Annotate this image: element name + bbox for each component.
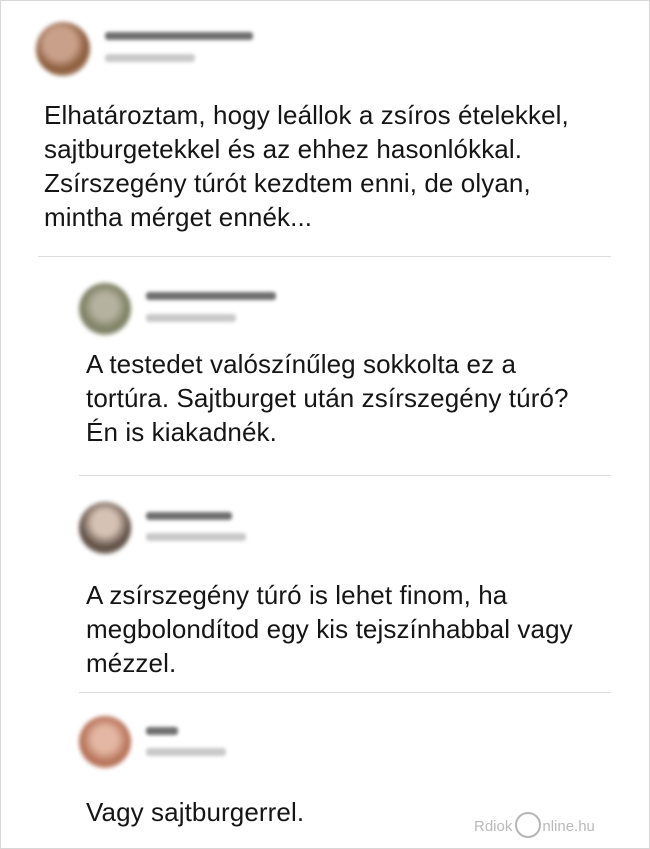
author-handle-blurred — [146, 314, 236, 322]
author-handle-blurred — [146, 748, 226, 756]
watermark-right: nline.hu — [542, 818, 595, 835]
avatar[interactable] — [36, 22, 90, 76]
avatar[interactable] — [79, 502, 131, 554]
watermark-left: Rdiok — [474, 818, 513, 835]
author-name-blurred[interactable] — [146, 727, 178, 735]
main-post-text: Elhatároztam, hogy leállok a zsíros étel… — [44, 100, 569, 232]
author-handle-blurred — [146, 533, 246, 541]
avatar[interactable] — [79, 716, 131, 768]
avatar[interactable] — [79, 283, 131, 335]
reply-text: A zsírszegény túró is lehet finom, ha me… — [86, 580, 573, 678]
author-name-blurred[interactable] — [146, 292, 276, 300]
divider — [79, 692, 611, 693]
author-handle-blurred — [105, 54, 195, 62]
reply-text: A testedet valószínűleg sokkolta ez a to… — [86, 349, 569, 447]
author-name-blurred[interactable] — [105, 32, 253, 40]
watermark: Rdiok nline.hu — [474, 812, 644, 842]
watermark-circle-icon — [515, 812, 542, 839]
divider — [79, 475, 611, 476]
divider — [38, 256, 611, 257]
reply-text: Vagy sajtburgerrel. — [86, 797, 305, 827]
author-name-blurred[interactable] — [146, 512, 232, 520]
